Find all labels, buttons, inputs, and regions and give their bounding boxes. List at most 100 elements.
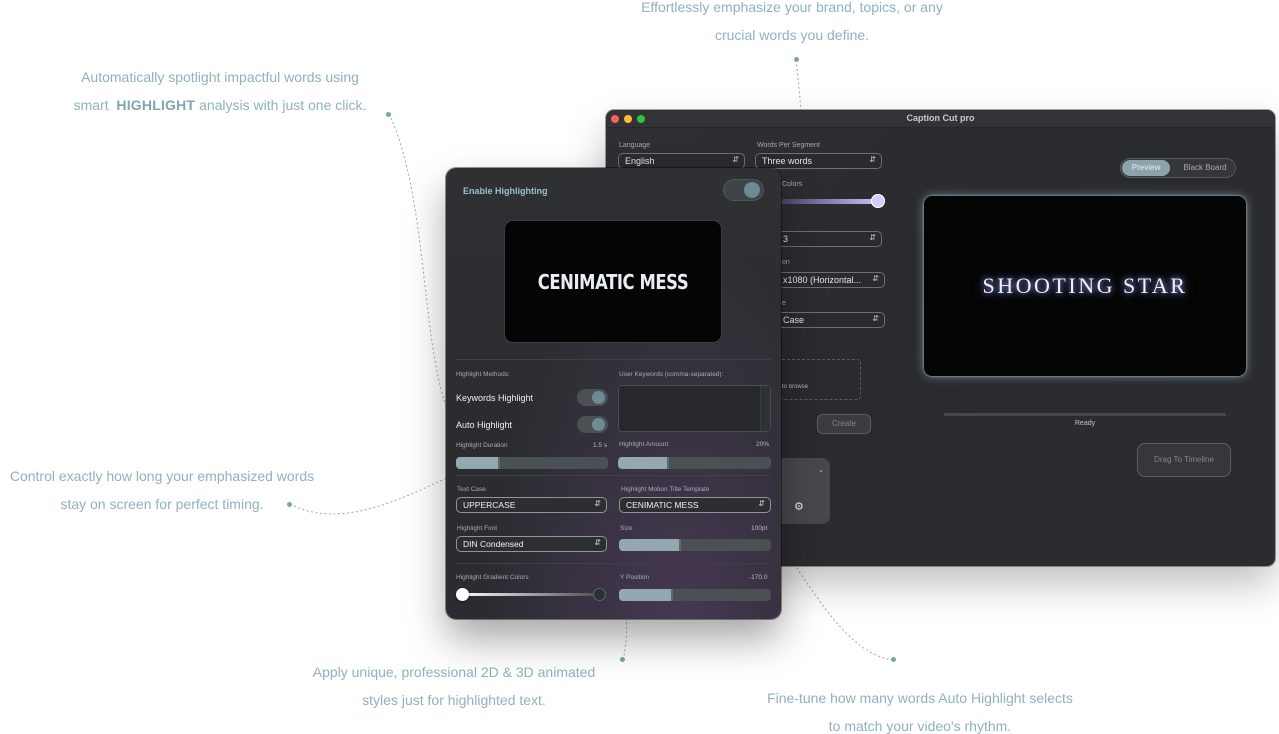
enable-highlighting-toggle[interactable] <box>723 179 764 201</box>
browse-text: to browse <box>782 384 809 390</box>
callout-dot <box>287 502 292 507</box>
divider <box>456 563 771 564</box>
chevron-updown-icon: ⇵ <box>869 233 876 242</box>
slider-handle[interactable] <box>678 539 681 551</box>
chevron-updown-icon: ⇵ <box>594 538 601 547</box>
auto-highlight-toggle[interactable] <box>577 416 608 433</box>
slider-handle[interactable] <box>671 589 674 601</box>
callout-line: smart HIGHLIGHT analysis with just one c… <box>73 97 367 113</box>
callout-motion-styles: Apply unique, professional 2D & 3D anima… <box>274 658 634 714</box>
motion-template-select[interactable]: CENIMATIC MESS ⇵ <box>619 497 771 513</box>
chevron-updown-icon: ⇵ <box>869 155 876 164</box>
resolution-label: on <box>782 259 790 266</box>
callout-highlight-amount: Fine-tune how many words Auto Highlight … <box>740 684 1100 734</box>
highlight-font-label: Highlight Font <box>457 525 498 532</box>
chevron-updown-icon: ⇵ <box>594 499 601 508</box>
text-case-select[interactable]: UPPERCASE ⇵ <box>456 497 607 513</box>
size-slider[interactable] <box>619 539 771 551</box>
settings-card[interactable]: ⌄ ⚙ <box>776 458 830 524</box>
highlight-amount-slider[interactable] <box>618 457 771 469</box>
toggle-knob <box>744 182 760 198</box>
callout-line: Automatically spotlight impactful words … <box>81 69 359 85</box>
chevron-updown-icon: ⇵ <box>758 499 765 508</box>
color-slider-knob[interactable] <box>871 194 885 208</box>
toggle-knob <box>592 391 605 404</box>
slider-fill <box>619 539 680 551</box>
callout-duration: Control exactly how long your emphasized… <box>0 462 342 518</box>
keywords-highlight-label: Keywords Highlight <box>456 393 534 403</box>
y-position-value: -170.0 <box>749 574 768 581</box>
partial-select-1-value: 3 <box>783 234 789 244</box>
highlight-amount-value: 20% <box>756 441 770 448</box>
window-title: Caption Cut pro <box>906 113 975 123</box>
title-bar: Caption Cut pro <box>606 110 1275 128</box>
progress-bar <box>944 413 1226 416</box>
callout-line: Apply unique, professional 2D & 3D anima… <box>312 664 596 680</box>
chevron-updown-icon: ⇵ <box>732 155 739 164</box>
words-per-segment-select[interactable]: Three words ⇵ <box>755 153 882 169</box>
chevron-updown-icon: ⇵ <box>872 274 879 283</box>
highlight-duration-slider[interactable] <box>456 457 608 469</box>
case-select[interactable]: Case ⇵ <box>776 312 885 328</box>
slider-fill <box>619 589 673 601</box>
drag-to-timeline-button[interactable]: Drag To Timeline <box>1137 443 1231 477</box>
color-slider-track[interactable] <box>781 199 877 204</box>
gear-icon[interactable]: ⚙ <box>794 500 804 513</box>
highlight-amount-label: Highlight Amount <box>619 441 669 448</box>
slider-fill <box>618 457 669 469</box>
gradient-end-knob[interactable] <box>593 588 606 601</box>
highlight-font-value: DIN Condensed <box>463 539 524 549</box>
divider <box>456 359 771 360</box>
text-case-value: UPPERCASE <box>463 500 516 510</box>
text-case-label: Text Case <box>457 486 486 493</box>
chevron-updown-icon: ⇵ <box>872 314 879 323</box>
tab-black-board[interactable]: Black Board <box>1175 160 1235 176</box>
motion-template-label: Highlight Motion Title Template <box>621 486 710 493</box>
create-button[interactable]: Create <box>817 414 871 434</box>
preview-caption-text: SHOOTING STAR <box>982 273 1188 298</box>
connector-auto-highlight <box>388 113 454 423</box>
partial-select-1[interactable]: 3 ⇵ <box>776 231 882 247</box>
resolution-select[interactable]: x1080 (Horizontal... ⇵ <box>776 272 885 288</box>
callout-line: crucial words you define. <box>714 27 870 43</box>
highlight-font-select[interactable]: DIN Condensed ⇵ <box>456 536 607 552</box>
tab-preview[interactable]: Preview <box>1122 160 1170 176</box>
slider-fill <box>456 457 499 469</box>
scrollbar[interactable] <box>760 386 770 431</box>
language-select[interactable]: English ⇵ <box>618 153 745 169</box>
user-keywords-label: User Keywords (comma-separated): <box>619 371 724 378</box>
keywords-highlight-toggle[interactable] <box>577 389 608 406</box>
gradient-colors-slider[interactable] <box>458 593 604 596</box>
highlight-preview: CENIMATIC MESS <box>505 221 721 342</box>
y-position-label: Y Position <box>620 574 650 581</box>
toggle-knob <box>592 418 605 431</box>
words-per-segment-value: Three words <box>762 156 813 166</box>
callout-line: Effortlessly emphasize your brand, topic… <box>641 0 943 15</box>
case-value: Case <box>783 315 805 325</box>
callout-dot <box>386 112 391 117</box>
user-keywords-input[interactable] <box>618 385 771 432</box>
view-mode-segmented-control[interactable]: Preview Black Board <box>1120 158 1236 178</box>
highlight-methods-label: Highlight Methods: <box>456 371 510 378</box>
file-drop-zone[interactable]: to browse <box>778 359 861 400</box>
size-value: 100pt <box>751 525 768 532</box>
gradient-start-knob[interactable] <box>456 588 469 601</box>
callout-auto-highlight: Automatically spotlight impactful words … <box>40 63 400 119</box>
chevron-down-icon: ⌄ <box>818 467 824 474</box>
highlight-duration-value: 1.5 s <box>593 442 608 449</box>
highlight-word: HIGHLIGHT <box>116 97 196 113</box>
slider-handle[interactable] <box>497 457 500 469</box>
highlight-duration-label: Highlight Duration <box>456 442 508 449</box>
callout-dot <box>891 657 896 662</box>
enable-highlighting-label: Enable Highlighting <box>463 186 548 196</box>
slider-handle[interactable] <box>667 457 670 469</box>
size-label: Size <box>620 525 633 532</box>
callout-line: to match your video's rhythm. <box>828 718 1012 734</box>
highlight-preview-text: CENIMATIC MESS <box>537 269 689 294</box>
auto-highlight-label: Auto Highlight <box>456 420 513 430</box>
y-position-slider[interactable] <box>619 589 771 601</box>
words-per-segment-label: Words Per Segment <box>757 142 820 149</box>
divider <box>456 475 771 476</box>
case-label: e <box>782 300 786 307</box>
callout-line: styles just for highlighted text. <box>362 692 546 708</box>
